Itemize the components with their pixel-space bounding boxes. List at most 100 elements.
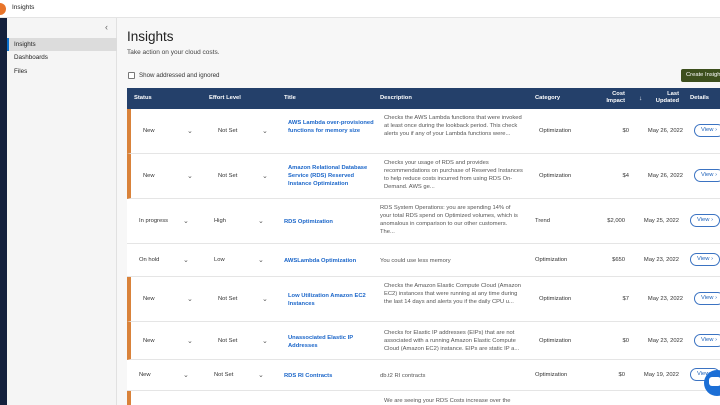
chevron-down-icon[interactable]: ⌄ (183, 256, 189, 264)
chevron-right-icon: › (711, 217, 714, 223)
show-addressed-toggle[interactable]: Show addressed and ignored (128, 72, 220, 79)
insight-description: You could use less memory (380, 258, 451, 264)
chevron-down-icon[interactable]: ⌄ (262, 172, 268, 180)
create-insight-button[interactable]: Create Insight (681, 69, 720, 82)
table-row: New ⌄ Not Set ⌄ Amazon Relational Databa… (127, 154, 720, 199)
view-label: View (701, 337, 714, 343)
table-row: New ⌄ Not Set ⌄ Low Utilization Amazon E… (127, 277, 720, 322)
last-updated-value: May 25, 2022 (643, 218, 679, 224)
column-header-description[interactable]: Description (380, 95, 412, 101)
effort-select[interactable]: High (214, 218, 226, 224)
show-addressed-checkbox[interactable] (128, 72, 135, 79)
insight-category: Optimization (539, 296, 572, 302)
view-button[interactable]: View › (690, 253, 720, 266)
status-select[interactable]: New (143, 338, 155, 344)
cost-impact-value: $7 (622, 296, 629, 302)
main-content: Insights Take action on your cloud costs… (117, 18, 720, 405)
column-header-title[interactable]: Title (284, 95, 296, 101)
status-select[interactable]: New (143, 296, 155, 302)
chevron-down-icon[interactable]: ⌄ (262, 337, 268, 345)
insights-table: Status Effort Level Title Description Ca… (127, 88, 720, 405)
column-header-status[interactable]: Status (134, 95, 152, 101)
insight-category: Optimization (539, 128, 572, 134)
chevron-down-icon[interactable]: ⌄ (187, 295, 193, 303)
chevron-down-icon[interactable]: ⌄ (187, 337, 193, 345)
effort-select[interactable]: Not Set (214, 372, 233, 378)
insight-category: Optimization (539, 173, 572, 179)
table-row: In progress ⌄ High ⌄ RDS Optimization RD… (127, 199, 720, 244)
chat-icon (709, 377, 720, 386)
view-button[interactable]: View › (694, 334, 720, 347)
sidebar-item-files[interactable]: Files (7, 65, 117, 78)
chevron-down-icon[interactable]: ⌄ (262, 127, 268, 135)
view-button[interactable]: View › (690, 214, 720, 227)
view-button[interactable]: View › (694, 169, 720, 182)
table-row: We are seeing your RDS Costs increase ov… (127, 391, 720, 405)
effort-select[interactable]: Not Set (218, 338, 237, 344)
sidebar-item-insights[interactable]: Insights (7, 38, 117, 51)
insight-description: db.t2 RI contracts (380, 373, 426, 379)
chevron-down-icon[interactable]: ⌄ (183, 371, 189, 379)
effort-select[interactable]: Low (214, 257, 225, 263)
chevron-down-icon[interactable]: ⌄ (258, 256, 264, 264)
view-label: View (701, 172, 714, 178)
column-header-category[interactable]: Category (535, 95, 560, 101)
chevron-down-icon[interactable]: ⌄ (187, 172, 193, 180)
page-title: Insights (127, 29, 174, 44)
insight-title-link[interactable]: AWSLambda Optimization (284, 257, 372, 265)
column-header-details: Details (690, 95, 710, 101)
chevron-down-icon[interactable]: ⌄ (262, 295, 268, 303)
table-row: New ⌄ Not Set ⌄ Unassociated Elastic IP … (127, 322, 720, 360)
chevron-down-icon[interactable]: ⌄ (187, 127, 193, 135)
last-updated-value: May 23, 2022 (647, 296, 683, 302)
insight-title-link[interactable]: AWS Lambda over-provisioned functions fo… (288, 119, 376, 135)
sidebar: ‹ Insights Dashboards Files (7, 18, 117, 405)
effort-select[interactable]: Not Set (218, 296, 237, 302)
status-select[interactable]: New (139, 372, 151, 378)
chevron-down-icon[interactable]: ⌄ (258, 371, 264, 379)
cost-impact-value: $0 (618, 372, 625, 378)
app-logo[interactable] (0, 3, 6, 15)
chevron-right-icon: › (711, 256, 714, 262)
insight-category: Optimization (539, 338, 572, 344)
chevron-right-icon: › (715, 172, 718, 178)
last-updated-value: May 23, 2022 (643, 257, 679, 263)
chevron-down-icon[interactable]: ⌄ (258, 217, 264, 225)
view-label: View (697, 217, 710, 223)
column-header-effort[interactable]: Effort Level (209, 95, 241, 101)
cost-impact-line2: Impact (606, 97, 625, 104)
view-button[interactable]: View › (694, 292, 720, 305)
table-row: New ⌄ Not Set ⌄ AWS Lambda over-provisio… (127, 109, 720, 154)
insight-description: RDS System Operations: you are spending … (380, 205, 518, 235)
insight-title-link[interactable]: Unassociated Elastic IP Addresses (288, 334, 376, 350)
insight-category: Optimization (535, 372, 568, 378)
status-select[interactable]: New (143, 128, 155, 134)
view-button[interactable]: View › (694, 124, 720, 137)
status-select[interactable]: In progress (139, 218, 168, 224)
last-updated-value: May 26, 2022 (647, 173, 683, 179)
insight-title-link[interactable]: Amazon Relational Database Service (RDS)… (288, 164, 376, 188)
table-header: Status Effort Level Title Description Ca… (127, 88, 720, 109)
global-nav-rail (0, 18, 7, 405)
last-updated-value: May 26, 2022 (647, 128, 683, 134)
effort-select[interactable]: Not Set (218, 173, 237, 179)
insight-title-link[interactable]: RDS RI Contracts (284, 372, 372, 380)
table-row: On hold ⌄ Low ⌄ AWSLambda Optimization Y… (127, 244, 720, 277)
top-bar: Insights (0, 0, 720, 18)
chevron-down-icon[interactable]: ⌄ (183, 217, 189, 225)
status-select[interactable]: New (143, 173, 155, 179)
column-header-last-updated[interactable]: Last Updated (639, 91, 679, 104)
effort-select[interactable]: Not Set (218, 128, 237, 134)
insight-category: Trend (535, 218, 550, 224)
view-label: View (697, 256, 710, 262)
cost-impact-value: $4 (622, 173, 629, 179)
sidebar-item-dashboards[interactable]: Dashboards (7, 51, 117, 64)
status-select[interactable]: On hold (139, 257, 159, 263)
insight-description: Checks the AWS Lambda functions that wer… (384, 115, 522, 137)
collapse-sidebar-icon[interactable]: ‹ (105, 23, 108, 32)
page-subtitle: Take action on your cloud costs. (127, 49, 220, 56)
column-header-cost-impact[interactable]: Cost Impact (593, 91, 625, 104)
insight-title-link[interactable]: RDS Optimization (284, 218, 372, 226)
insight-description: Checks your usage of RDS and provides re… (384, 160, 523, 190)
insight-title-link[interactable]: Low Utilization Amazon EC2 Instances (288, 292, 376, 308)
